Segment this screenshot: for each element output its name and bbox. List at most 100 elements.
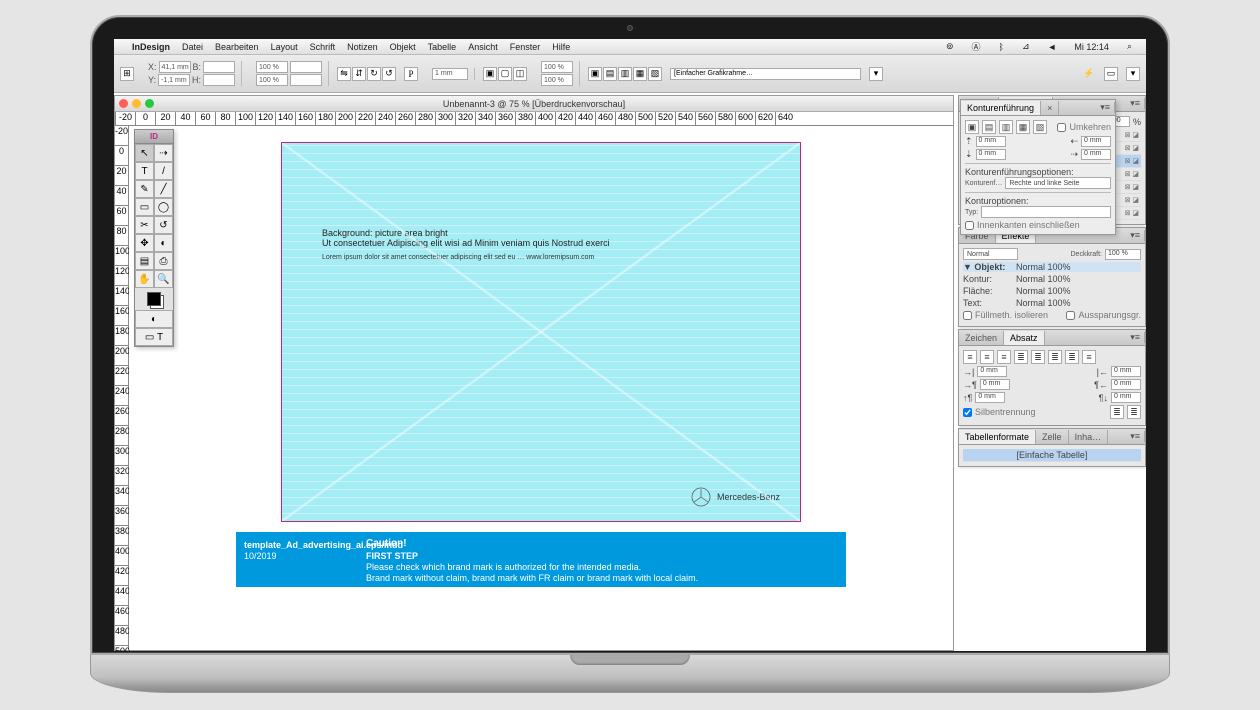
brand-mark[interactable]: Mercedes-Benz xyxy=(691,487,780,507)
justify-right-icon[interactable]: ≣ xyxy=(1048,350,1062,364)
menu-tabelle[interactable]: Tabelle xyxy=(422,42,463,52)
type-select[interactable] xyxy=(981,206,1111,218)
ref-point-icon[interactable]: ⊞ xyxy=(120,67,134,81)
last-line-input[interactable]: 0 mm xyxy=(1111,379,1141,390)
tool-12[interactable]: ▤ xyxy=(135,252,154,270)
menu-objekt[interactable]: Objekt xyxy=(384,42,422,52)
stroke-weight-input[interactable]: 1 mm xyxy=(432,68,468,80)
wrap-icon-2[interactable]: ▤ xyxy=(603,67,617,81)
tool-10[interactable]: ✥ xyxy=(135,234,154,252)
fx-row[interactable]: Fläche:Normal 100% xyxy=(963,286,1141,296)
menu-bearbeiten[interactable]: Bearbeiten xyxy=(209,42,265,52)
menu-hilfe[interactable]: Hilfe xyxy=(546,42,576,52)
shear-input[interactable] xyxy=(290,74,322,86)
align-spine-icon[interactable]: ≡ xyxy=(1082,350,1096,364)
blend-mode-select[interactable]: Normal xyxy=(963,248,1018,260)
zoom-icon[interactable] xyxy=(145,99,154,108)
justify-center-icon[interactable]: ≣ xyxy=(1031,350,1045,364)
wrap-object-icon[interactable]: ▥ xyxy=(999,120,1013,134)
wrap-none-icon[interactable]: ▣ xyxy=(965,120,979,134)
tools-palette[interactable]: ID ↖⇢T/✎╱▭◯✂↺✥◐▤⎙✋🔍◐▭ T xyxy=(134,129,174,347)
fx-row[interactable]: ▼ Objekt:Normal 100% xyxy=(963,262,1141,272)
wrap-close-icon[interactable]: × xyxy=(1041,101,1059,115)
wrap-around-icon[interactable]: ▤ xyxy=(982,120,996,134)
align-center-icon[interactable]: ≡ xyxy=(980,350,994,364)
menu-fenster[interactable]: Fenster xyxy=(504,42,547,52)
tool-9[interactable]: ↺ xyxy=(154,216,173,234)
clock[interactable]: Mi 12:14 xyxy=(1068,42,1115,52)
table-styles-panel[interactable]: Tabellenformate Zelle Inha… ▾≡ [Einfache… xyxy=(958,428,1146,467)
wrap-icon-3[interactable]: ▥ xyxy=(618,67,632,81)
tool-3[interactable]: / xyxy=(154,162,173,180)
tool-4[interactable]: ✎ xyxy=(135,180,154,198)
close-icon[interactable] xyxy=(119,99,128,108)
zoom-x-input[interactable]: 100 % xyxy=(541,61,573,73)
justify-left-icon[interactable]: ≣ xyxy=(1014,350,1028,364)
dropcap-icon[interactable]: ≣ xyxy=(1110,405,1124,419)
menu-notizen[interactable]: Notizen xyxy=(341,42,384,52)
align-left-icon[interactable]: ≡ xyxy=(963,350,977,364)
paragraph-panel[interactable]: Zeichen Absatz ▾≡ ≡ ≡ ≡ ≣ ≣ ≣ ≣ ≡ →|0 mm… xyxy=(958,329,1146,426)
wrap-icon-4[interactable]: ▦ xyxy=(633,67,647,81)
wrap-tab[interactable]: Konturenführung xyxy=(961,101,1041,115)
menu-datei[interactable]: Datei xyxy=(176,42,209,52)
panel-menu-icon[interactable]: ▾≡ xyxy=(1126,98,1145,109)
minimize-icon[interactable] xyxy=(132,99,141,108)
wrap-next-icon[interactable]: ▧ xyxy=(1033,120,1047,134)
page-text-block[interactable]: Background: picture area bright Ut conse… xyxy=(322,228,610,261)
panel-menu-icon[interactable]: ▾ xyxy=(869,67,883,81)
wrap-icon-5[interactable]: ▧ xyxy=(648,67,662,81)
ruler-vertical[interactable]: -200204060801001201401601802002202402602… xyxy=(115,126,129,650)
table-style-item[interactable]: [Einfache Tabelle] xyxy=(963,449,1141,462)
offset-top[interactable]: 0 mm xyxy=(976,136,1006,147)
rotate-cw-icon[interactable]: ↻ xyxy=(367,67,381,81)
wrap-to-select[interactable]: Rechte und linke Seite xyxy=(1005,177,1111,189)
screen-mode-icon[interactable]: ▭ xyxy=(1104,67,1118,81)
wrap-jump-icon[interactable]: ▦ xyxy=(1016,120,1030,134)
fill-stroke-swatch[interactable] xyxy=(135,288,173,310)
scale-y-input[interactable]: 100 % xyxy=(256,74,288,86)
menu-ansicht[interactable]: Ansicht xyxy=(462,42,504,52)
tool-13[interactable]: ⎙ xyxy=(154,252,173,270)
menu-schrift[interactable]: Schrift xyxy=(304,42,342,52)
inner-edges-checkbox[interactable] xyxy=(965,221,974,230)
cc-icon[interactable]: ⊚ xyxy=(940,41,960,52)
paragraph-icon[interactable]: P xyxy=(404,67,418,81)
bluetooth-icon[interactable]: ᛒ xyxy=(993,42,1010,52)
justify-all-icon[interactable]: ≣ xyxy=(1065,350,1079,364)
panel-menu-icon[interactable]: ▾≡ xyxy=(1126,230,1145,241)
tool-8[interactable]: ✂ xyxy=(135,216,154,234)
indent-left-input[interactable]: 0 mm xyxy=(977,366,1007,377)
tool-1[interactable]: ⇢ xyxy=(154,144,173,162)
tab-tabellenformate[interactable]: Tabellenformate xyxy=(959,430,1036,444)
tool-mode-1[interactable]: ▭ T xyxy=(135,328,173,346)
offset-bottom[interactable]: 0 mm xyxy=(976,149,1006,160)
app-name[interactable]: InDesign xyxy=(126,42,176,52)
effects-panel[interactable]: Farbe Effekte ▾≡ NormalDeckkraft:100 % ▼… xyxy=(958,227,1146,327)
bolt-icon[interactable]: ⚡ xyxy=(1082,67,1096,81)
tab-zelle[interactable]: Zelle xyxy=(1036,430,1069,444)
panel-menu-icon[interactable]: ▾≡ xyxy=(1126,431,1145,442)
h-input[interactable] xyxy=(203,74,235,86)
x-input[interactable]: 41,1 mm xyxy=(159,61,191,73)
flip-v-icon[interactable]: ⇵ xyxy=(352,67,366,81)
rotate-input[interactable] xyxy=(290,61,322,73)
offset-right[interactable]: 0 mm xyxy=(1081,149,1111,160)
hyphenate-checkbox[interactable] xyxy=(963,408,972,417)
panel-menu-icon[interactable]: ▾≡ xyxy=(1126,332,1145,343)
tool-7[interactable]: ◯ xyxy=(154,198,173,216)
fit-icon-3[interactable]: ◫ xyxy=(513,67,527,81)
isolate-checkbox[interactable] xyxy=(963,311,972,320)
panel-menu-icon[interactable]: ▾≡ xyxy=(1096,102,1115,113)
w-input[interactable] xyxy=(203,61,235,73)
space-before-input[interactable]: 0 mm xyxy=(975,392,1005,403)
wifi-icon[interactable]: ⊿ xyxy=(1016,41,1036,52)
knockout-checkbox[interactable] xyxy=(1066,311,1075,320)
tab-zeichen[interactable]: Zeichen xyxy=(959,331,1004,345)
rotate-ccw-icon[interactable]: ↺ xyxy=(382,67,396,81)
volume-icon[interactable]: ◄ xyxy=(1042,42,1063,52)
user-icon[interactable]: Ⓐ xyxy=(966,40,987,53)
first-line-input[interactable]: 0 mm xyxy=(980,379,1010,390)
baseline-icon[interactable]: ≣ xyxy=(1127,405,1141,419)
ruler-horizontal[interactable]: -200204060801001201401601802002202402602… xyxy=(115,112,953,126)
